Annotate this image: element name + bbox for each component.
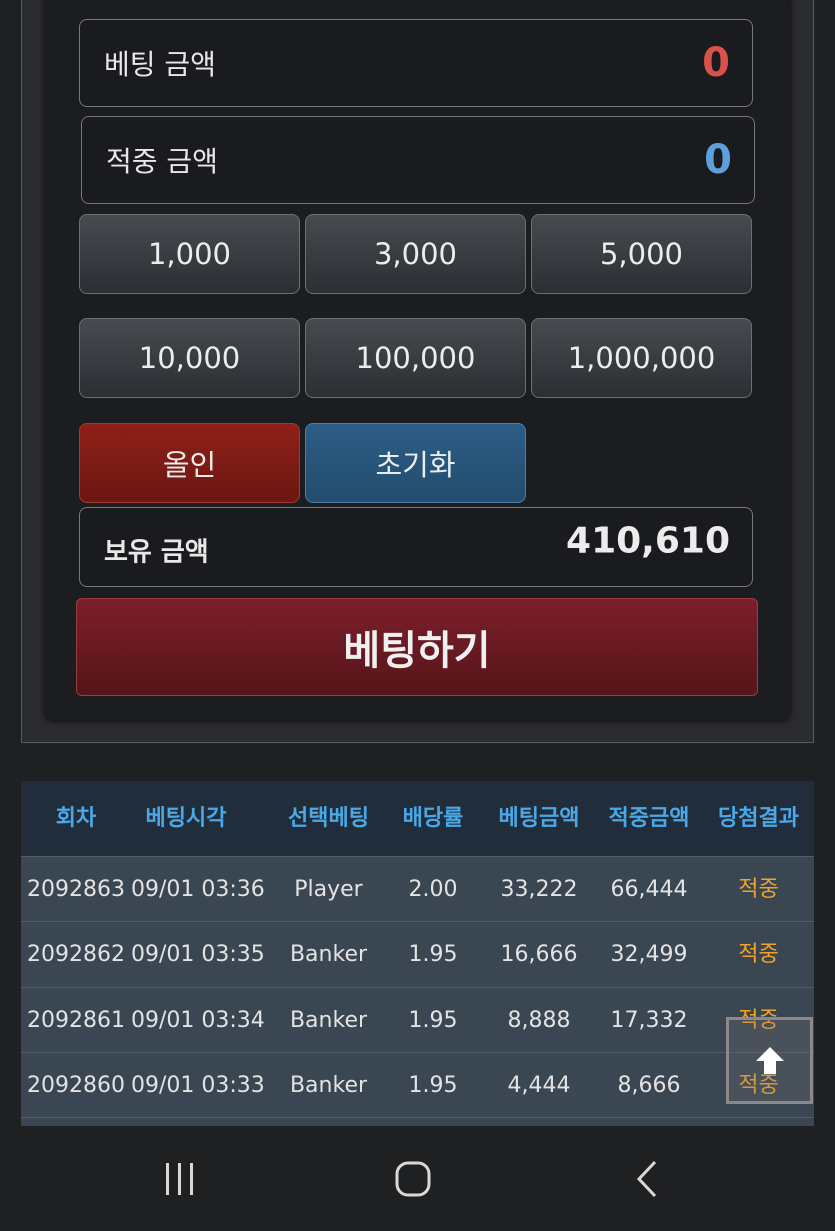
header-win-amount: 적중금액 <box>608 806 690 831</box>
cell-round: 2092863 <box>27 877 125 902</box>
nav-recent-apps-button[interactable] <box>140 1127 220 1231</box>
cell-bet-time: 09/01 03:34 <box>131 1008 265 1033</box>
cell-bet-amount: 4,444 <box>507 1073 571 1098</box>
table-header: 회차 베팅시각 선택베팅 배당률 베팅금액 적중금액 당첨결과 <box>21 781 814 856</box>
table-row: 2092863 09/01 03:36 Player 2.00 33,222 6… <box>21 856 814 922</box>
bet-history-table: 회차 베팅시각 선택베팅 배당률 베팅금액 적중금액 당첨결과 2092863 … <box>21 781 814 1126</box>
nav-home-button[interactable] <box>373 1127 453 1231</box>
table-row-partial <box>21 1117 814 1126</box>
win-amount-field: 적중 금액 0 <box>81 116 755 204</box>
balance-field: 보유 금액 410,610 <box>79 507 753 587</box>
chip-button-5000[interactable]: 5,000 <box>531 214 752 294</box>
cell-bet-amount: 8,888 <box>507 1008 571 1033</box>
header-bet-amount: 베팅금액 <box>498 806 580 831</box>
cell-win-amount: 17,332 <box>610 1008 688 1033</box>
cell-odds: 1.95 <box>408 1073 458 1098</box>
chip-button-1000000[interactable]: 1,000,000 <box>531 318 752 398</box>
cell-bet-amount: 33,222 <box>500 877 578 902</box>
cell-round: 2092860 <box>27 1073 125 1098</box>
balance-value: 410,610 <box>566 520 730 562</box>
scroll-to-top-button[interactable] <box>726 1017 813 1104</box>
chip-button-100000[interactable]: 100,000 <box>305 318 526 398</box>
nav-back-button[interactable] <box>607 1127 687 1231</box>
bet-amount-field: 베팅 금액 0 <box>79 19 753 107</box>
cell-bet-time: 09/01 03:33 <box>131 1073 265 1098</box>
all-in-button[interactable]: 올인 <box>79 423 300 503</box>
cell-odds: 1.95 <box>408 1008 458 1033</box>
back-icon <box>636 1160 657 1198</box>
place-bet-button[interactable]: 베팅하기 <box>76 598 758 696</box>
header-bet-time: 베팅시각 <box>145 806 227 831</box>
cell-win-amount: 66,444 <box>610 877 688 902</box>
header-odds: 배당률 <box>402 806 464 831</box>
cell-odds: 2.00 <box>408 877 458 902</box>
cell-round: 2092861 <box>27 1008 125 1033</box>
bet-amount-label: 베팅 금액 <box>104 48 216 81</box>
chip-button-1000[interactable]: 1,000 <box>79 214 300 294</box>
win-amount-value: 0 <box>704 137 732 183</box>
cell-round: 2092862 <box>27 942 125 967</box>
cell-bet-amount: 16,666 <box>500 942 578 967</box>
recent-apps-icon <box>166 1163 193 1195</box>
reset-button[interactable]: 초기화 <box>305 423 526 503</box>
bet-amount-value: 0 <box>702 40 730 86</box>
win-amount-label: 적중 금액 <box>106 145 218 178</box>
chip-button-10000[interactable]: 10,000 <box>79 318 300 398</box>
header-round: 회차 <box>55 806 97 831</box>
table-row: 2092862 09/01 03:35 Banker 1.95 16,666 3… <box>21 921 814 987</box>
cell-bet-time: 09/01 03:35 <box>131 942 265 967</box>
balance-label: 보유 금액 <box>104 537 209 568</box>
table-row: 2092861 09/01 03:34 Banker 1.95 8,888 17… <box>21 987 814 1053</box>
header-result: 당첨결과 <box>718 806 799 831</box>
cell-odds: 1.95 <box>408 942 458 967</box>
home-icon <box>395 1161 431 1197</box>
cell-bet-time: 09/01 03:36 <box>131 877 265 902</box>
table-row: 2092860 09/01 03:33 Banker 1.95 4,444 8,… <box>21 1052 814 1118</box>
system-nav-bar <box>0 1127 835 1231</box>
arrow-up-icon <box>755 1046 784 1074</box>
cell-win-amount: 8,666 <box>617 1073 681 1098</box>
cell-result: 적중 <box>738 942 779 967</box>
cell-win-amount: 32,499 <box>610 942 688 967</box>
cell-result: 적중 <box>738 877 779 902</box>
chip-button-3000[interactable]: 3,000 <box>305 214 526 294</box>
